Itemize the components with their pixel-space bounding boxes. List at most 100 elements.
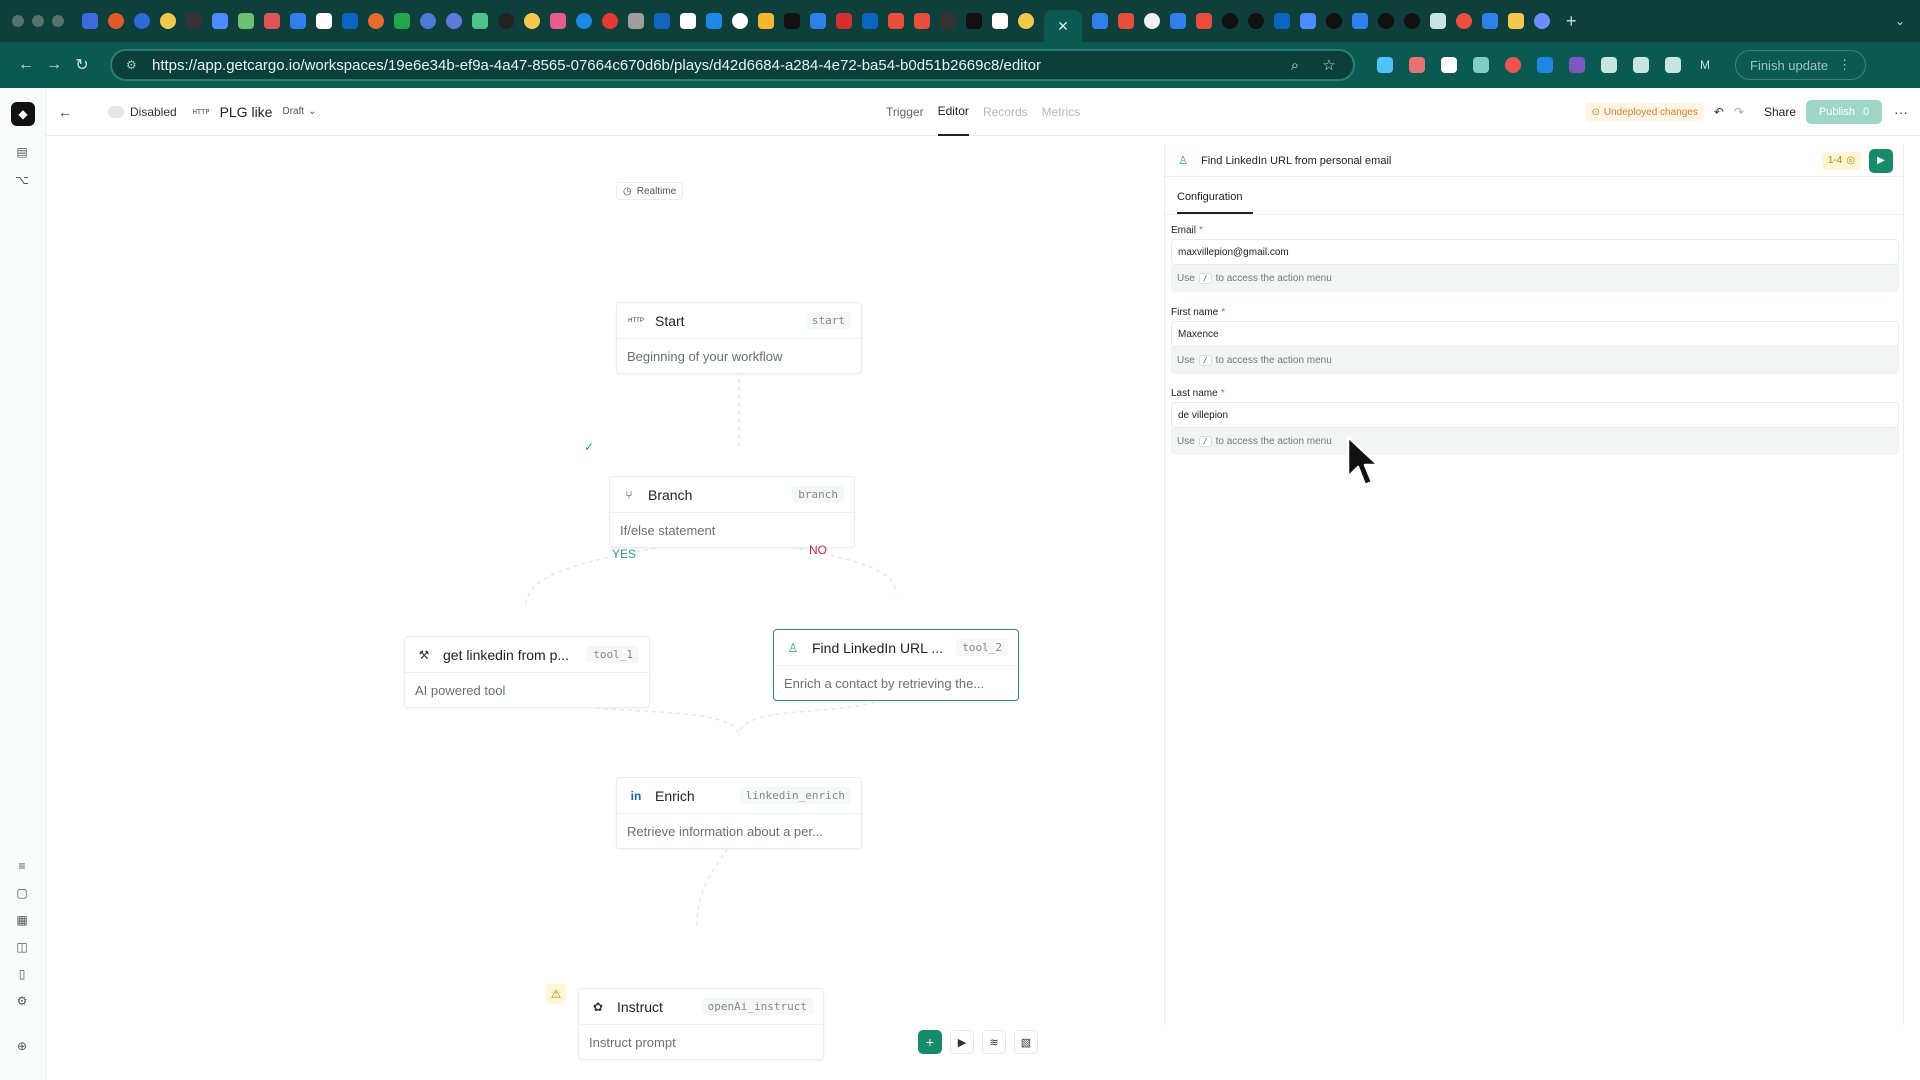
address-bar-url[interactable]: https://app.getcargo.io/workspaces/19e6e…	[152, 57, 1271, 74]
node-branch[interactable]: ⑂ Branch branch If/else statement	[609, 476, 855, 548]
reading-list-icon[interactable]	[1665, 57, 1681, 73]
tab-favicon[interactable]	[524, 13, 540, 29]
tab-favicon[interactable]	[446, 13, 462, 29]
tab-favicon[interactable]	[1508, 13, 1524, 29]
tab-favicon[interactable]	[472, 13, 488, 29]
extension-icon[interactable]	[1441, 57, 1457, 73]
undo-icon[interactable]: ↶	[1714, 105, 1724, 119]
close-window-icon[interactable]	[12, 15, 24, 27]
tab-favicon[interactable]	[810, 13, 826, 29]
workflow-canvas[interactable]: ◷ Realtime HTTP Start start Beginning of…	[46, 136, 1164, 1080]
apps-grid-icon[interactable]: ▦	[14, 912, 30, 928]
tab-favicon[interactable]	[160, 13, 176, 29]
warning-icon[interactable]: ⚠	[546, 984, 566, 1004]
tab-favicon[interactable]	[1482, 13, 1498, 29]
tab-records[interactable]: Records	[983, 88, 1028, 136]
tab-favicon[interactable]	[1170, 13, 1186, 29]
database-icon[interactable]: ≡	[14, 858, 30, 874]
inbox-icon[interactable]: ▤	[14, 144, 30, 160]
add-node-button[interactable]: +	[918, 1030, 942, 1054]
tab-favicon[interactable]	[1274, 13, 1290, 29]
tab-favicon[interactable]	[1222, 13, 1238, 29]
credits-icon[interactable]: ⊕	[14, 1038, 30, 1054]
node-tool-2[interactable]: ♙ Find LinkedIn URL ... tool_2 Enrich a …	[773, 629, 1019, 701]
tab-favicon[interactable]	[316, 13, 332, 29]
new-tab-icon[interactable]: +	[1566, 11, 1577, 32]
tab-favicon[interactable]	[1404, 13, 1420, 29]
address-bar[interactable]: ⚙ https://app.getcargo.io/workspaces/19e…	[110, 49, 1355, 81]
more-options-icon[interactable]: ···	[1892, 104, 1910, 120]
tab-favicon[interactable]	[784, 13, 800, 29]
first-name-input[interactable]: Maxence	[1171, 321, 1899, 347]
tab-favicon[interactable]	[394, 13, 410, 29]
bookmark-star-icon[interactable]: ☆	[1319, 56, 1339, 74]
close-tab-icon[interactable]: ✕	[1057, 18, 1069, 35]
node-tool-1[interactable]: ⚒ get linkedin from p... tool_1 AI power…	[404, 636, 650, 708]
enable-toggle[interactable]	[108, 105, 124, 118]
node-instruct[interactable]: ✿ Instruct openAi_instruct Instruct prom…	[578, 988, 824, 1060]
tab-favicon[interactable]	[212, 13, 228, 29]
tab-favicon[interactable]	[966, 13, 982, 29]
tab-favicon[interactable]	[1430, 13, 1446, 29]
tab-favicon[interactable]	[82, 13, 98, 29]
share-button[interactable]: Share	[1764, 105, 1796, 119]
site-info-icon[interactable]: ⚙	[126, 58, 140, 72]
forward-icon[interactable]: →	[40, 56, 68, 74]
tab-favicon[interactable]	[680, 13, 696, 29]
minimize-window-icon[interactable]	[32, 15, 44, 27]
zoom-window-icon[interactable]	[52, 15, 64, 27]
tab-favicon[interactable]	[550, 13, 566, 29]
play-name[interactable]: PLG like	[220, 104, 273, 120]
chat-icon[interactable]: ◫	[14, 939, 30, 955]
tab-favicon[interactable]	[1092, 13, 1108, 29]
tab-favicon[interactable]	[706, 13, 722, 29]
tab-favicon[interactable]	[368, 13, 384, 29]
tab-favicon[interactable]	[238, 13, 254, 29]
docs-icon[interactable]: ▯	[14, 966, 30, 982]
run-node-button[interactable]: ▶	[1869, 148, 1893, 173]
tab-favicon[interactable]	[134, 13, 150, 29]
tab-favicon[interactable]	[1534, 13, 1550, 29]
tab-favicon[interactable]	[1144, 13, 1160, 29]
tab-favicon[interactable]	[758, 13, 774, 29]
back-arrow-icon[interactable]: ←	[58, 104, 80, 120]
extension-icon[interactable]	[1473, 57, 1489, 73]
extension-icon[interactable]	[1377, 57, 1393, 73]
tab-favicon[interactable]	[498, 13, 514, 29]
tab-favicon[interactable]	[992, 13, 1008, 29]
last-name-input[interactable]: de villepion	[1171, 402, 1899, 428]
tab-configuration[interactable]: Configuration	[1177, 191, 1253, 214]
node-start[interactable]: HTTP Start start Beginning of your workf…	[616, 302, 862, 374]
tab-favicon[interactable]	[1196, 13, 1212, 29]
tab-search-icon[interactable]: ⌄	[1880, 9, 1920, 33]
tab-favicon[interactable]	[342, 13, 358, 29]
reload-icon[interactable]: ↻	[68, 55, 96, 75]
layers-icon[interactable]: ≋	[982, 1030, 1006, 1054]
tab-favicon[interactable]	[940, 13, 956, 29]
tab-editor[interactable]: Editor	[937, 88, 969, 136]
tab-favicon[interactable]	[1326, 13, 1342, 29]
active-tab[interactable]: ✕	[1044, 10, 1082, 42]
settings-gear-icon[interactable]: ⚙	[14, 993, 30, 1009]
note-icon[interactable]: ▧	[1014, 1030, 1038, 1054]
tab-favicon[interactable]	[1018, 13, 1034, 29]
back-icon[interactable]: ←	[12, 56, 40, 74]
node-enrich[interactable]: in Enrich linkedin_enrich Retrieve infor…	[616, 777, 862, 849]
tab-trigger[interactable]: Trigger	[886, 88, 924, 136]
tab-favicon[interactable]	[914, 13, 930, 29]
extensions-puzzle-icon[interactable]	[1601, 57, 1617, 73]
tab-favicon[interactable]	[1456, 13, 1472, 29]
version-dropdown[interactable]: Draft ⌄	[282, 106, 316, 117]
contacts-icon[interactable]: ▢	[14, 885, 30, 901]
tab-favicon[interactable]	[602, 13, 618, 29]
tab-favicon[interactable]	[654, 13, 670, 29]
redo-icon[interactable]: ↷	[1734, 105, 1744, 119]
extension-icon[interactable]	[1505, 57, 1521, 73]
extension-icon[interactable]	[1409, 57, 1425, 73]
finish-update-button[interactable]: Finish update ⋮	[1735, 50, 1867, 80]
tab-favicon[interactable]	[1248, 13, 1264, 29]
tab-favicon[interactable]	[108, 13, 124, 29]
cargo-logo-icon[interactable]: ◆	[11, 102, 35, 126]
publish-button[interactable]: Publish 0	[1806, 100, 1882, 124]
tab-favicon[interactable]	[628, 13, 644, 29]
